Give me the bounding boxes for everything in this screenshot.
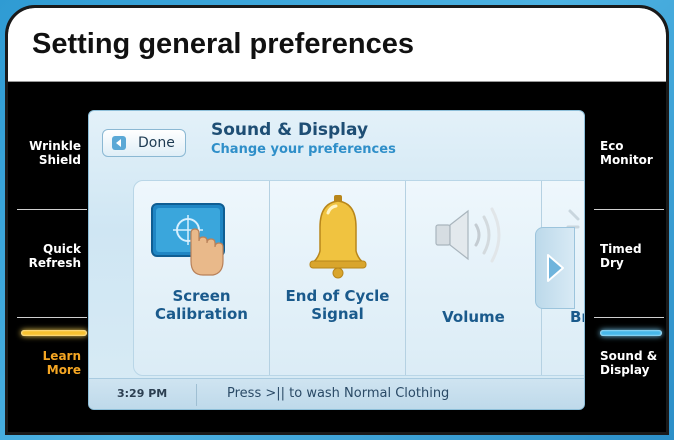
status-message: Press >|| to wash Normal Clothing <box>227 386 450 401</box>
right-divider-2 <box>594 317 664 318</box>
tile-end-of-cycle-signal[interactable]: End of Cycle Signal <box>270 181 406 375</box>
done-button[interactable]: Done <box>102 129 186 157</box>
learn-more-indicator <box>21 330 87 336</box>
left-divider-2 <box>17 317 87 318</box>
eco-monitor-button[interactable]: Eco Monitor <box>600 139 666 167</box>
touch-screen: Done Sound & Display Change your prefere… <box>88 110 585 410</box>
left-divider-1 <box>17 209 87 210</box>
tile-label-end-of-cycle-signal: End of Cycle Signal <box>285 287 390 323</box>
learn-more-button[interactable]: Learn More <box>21 349 81 377</box>
status-divider <box>196 384 197 406</box>
status-bar: 3:29 PM Press >|| to wash Normal Clothin… <box>89 378 584 409</box>
screen-title: Sound & Display <box>211 120 369 140</box>
timed-dry-button[interactable]: Timed Dry <box>600 242 666 270</box>
sound-display-button[interactable]: Sound & Display <box>600 349 666 377</box>
tile-screen-calibration[interactable]: Screen Calibration <box>134 181 270 375</box>
chevron-right-icon <box>547 254 564 282</box>
quick-refresh-button[interactable]: Quick Refresh <box>21 242 81 270</box>
back-arrow-icon <box>112 136 126 150</box>
sound-display-indicator <box>600 330 662 336</box>
carousel-next-button[interactable] <box>535 227 575 309</box>
right-divider-1 <box>594 209 664 210</box>
status-time: 3:29 PM <box>117 387 168 400</box>
touch-screen-icon <box>151 203 225 276</box>
settings-carousel: Screen Calibration End of Cycle Signal V <box>133 180 584 376</box>
tile-label-screen-calibration: Screen Calibration <box>155 287 248 323</box>
title-bar: Setting general preferences <box>8 8 666 82</box>
speaker-icon <box>435 207 501 263</box>
wrinkle-shield-button[interactable]: Wrinkle Shield <box>21 139 81 167</box>
tile-label-brightness: Br <box>570 308 584 326</box>
tile-volume[interactable]: Volume <box>406 181 542 375</box>
page-title: Setting general preferences <box>32 28 414 60</box>
screen-subtitle: Change your preferences <box>211 142 396 157</box>
bell-icon <box>309 195 367 279</box>
done-label: Done <box>138 135 175 151</box>
tile-label-volume: Volume <box>442 308 505 326</box>
